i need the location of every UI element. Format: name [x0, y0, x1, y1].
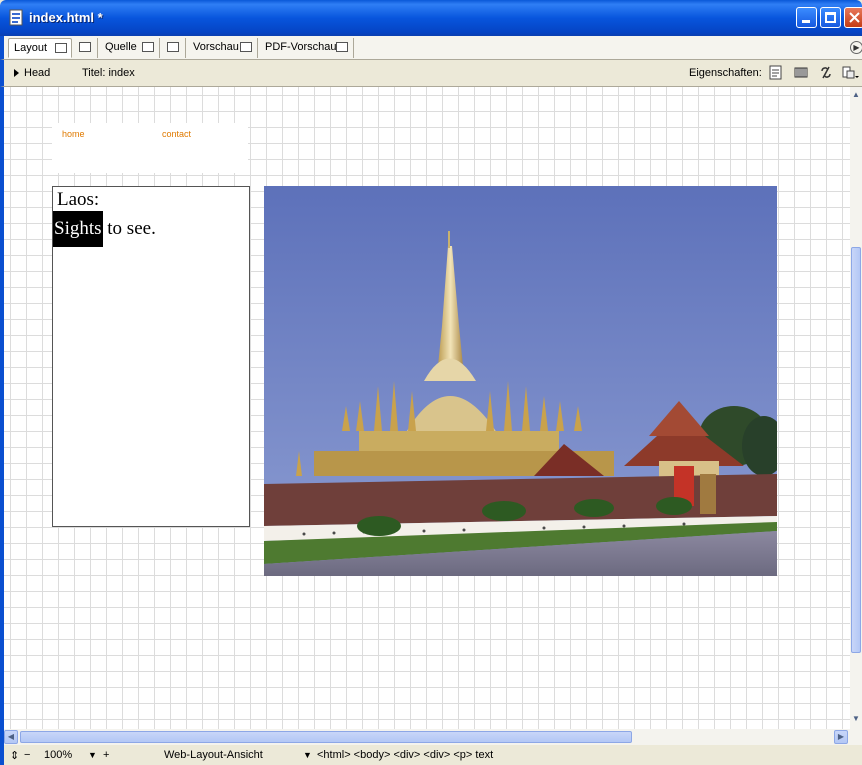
head-info-bar: Head Titel: index Eigenschaften: [0, 60, 862, 87]
layout-canvas[interactable]: home contact Laos: Sights to see. [4, 87, 850, 729]
maximize-icon [825, 12, 836, 23]
view-tab-bar: Layout Quelle Vorschau PDF-Vorschau ▶ [0, 36, 862, 60]
tab-script[interactable] [162, 38, 186, 58]
zoom-step-icon[interactable]: ⇕ [10, 749, 19, 762]
scroll-up-icon[interactable]: ▲ [851, 89, 861, 101]
sidebar-text-box[interactable]: Laos: Sights to see. [52, 186, 250, 527]
nav-link-home[interactable]: home [62, 129, 85, 139]
page-properties-icon[interactable] [769, 65, 783, 80]
zoom-level[interactable]: 100% [44, 749, 72, 761]
scroll-right-icon[interactable]: ▶ [834, 730, 848, 744]
status-bar: ⇕ − 100% ▼ + Web-Layout-Ansicht ▼ <html>… [0, 745, 862, 765]
tab-source[interactable]: Quelle [100, 38, 160, 58]
zoom-in-icon[interactable]: + [103, 749, 109, 761]
paragraph-text[interactable]: to see. [103, 218, 156, 239]
tab-scroll-right-icon[interactable]: ▶ [850, 41, 862, 54]
minimize-icon [802, 20, 810, 23]
properties-label: Eigenschaften: [689, 67, 762, 79]
layout-view-icon [55, 43, 67, 53]
view-mode-label: Web-Layout-Ansicht [164, 749, 263, 761]
tab-layout[interactable]: Layout [8, 38, 72, 58]
zoom-out-icon[interactable]: − [24, 749, 30, 761]
vertical-scroll-thumb[interactable] [851, 247, 861, 653]
tag-breadcrumb[interactable]: <html> <body> <div> <div> <p> text [317, 749, 493, 761]
sidebar-heading[interactable]: Laos: [57, 189, 99, 211]
html-document-icon [9, 9, 23, 26]
film-strip-icon[interactable] [794, 65, 808, 80]
link-check-icon[interactable] [819, 65, 833, 80]
tab-preview[interactable]: Vorschau [188, 38, 258, 58]
sidebar-paragraph[interactable]: Sights to see. [53, 211, 156, 247]
source-view-icon [142, 42, 154, 52]
horizontal-scroll-thumb[interactable] [20, 731, 632, 743]
window-title: index.html * [29, 10, 103, 25]
split-view-icon [79, 42, 91, 52]
scroll-left-icon[interactable]: ◀ [4, 730, 18, 744]
selected-text[interactable]: Sights [53, 211, 103, 247]
tab-split[interactable] [74, 38, 98, 58]
head-toggle[interactable]: Head [24, 67, 50, 79]
horizontal-scrollbar[interactable]: ◀ ▶ [0, 729, 862, 745]
tab-pdf-preview[interactable]: PDF-Vorschau [260, 38, 354, 58]
close-button[interactable] [844, 7, 862, 28]
maximize-button[interactable] [820, 7, 841, 28]
layers-dropdown-icon[interactable] [842, 65, 860, 80]
scroll-down-icon[interactable]: ▼ [851, 713, 861, 725]
nav-link-contact[interactable]: contact [162, 129, 191, 139]
vertical-scrollbar[interactable]: ▲ ▼ [850, 87, 862, 729]
pdf-preview-icon [336, 42, 348, 52]
preview-icon [240, 42, 252, 52]
close-icon [849, 12, 860, 23]
nav-box[interactable]: home contact [52, 123, 248, 173]
zoom-dropdown-icon[interactable]: ▼ [88, 750, 97, 760]
script-view-icon [167, 42, 179, 52]
expand-arrow-icon[interactable] [14, 69, 19, 77]
window-title-bar[interactable]: index.html * [0, 0, 862, 36]
minimize-button[interactable] [796, 7, 817, 28]
view-mode-dropdown-icon[interactable]: ▼ [303, 750, 312, 760]
page-title-label[interactable]: Titel: index [82, 67, 135, 79]
temple-photo[interactable] [264, 186, 777, 576]
